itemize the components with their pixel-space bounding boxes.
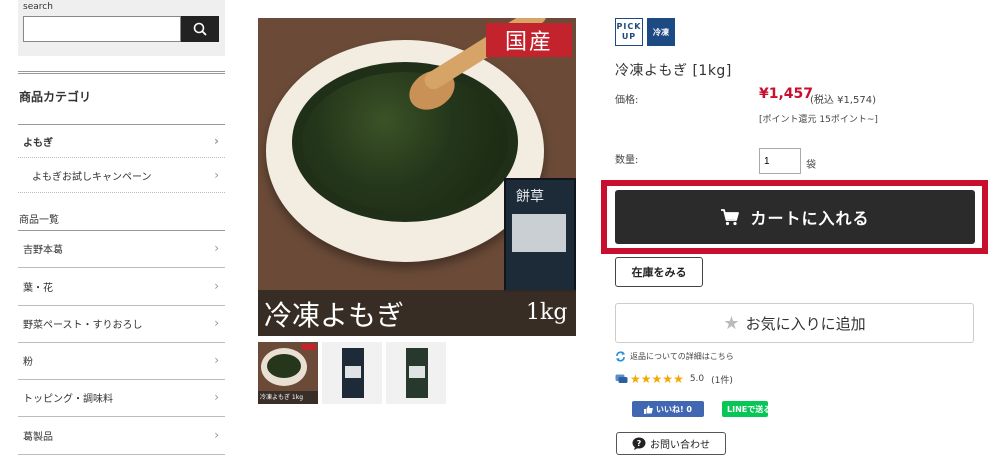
price-value: ¥1,457: [759, 86, 814, 102]
divider: [18, 267, 225, 268]
thumb-package-label: [409, 366, 425, 378]
domestic-badge: 国産: [486, 23, 572, 57]
favorites-label: お気に入りに追加: [745, 314, 866, 333]
sidebar-item-yoshino-kuzu[interactable]: 吉野本葛 ›: [18, 232, 225, 264]
divider: [18, 192, 225, 194]
search-button[interactable]: [181, 16, 219, 42]
thumb-paste: [267, 354, 301, 378]
divider: [18, 305, 225, 306]
image-caption-name: 冷凍よもぎ: [264, 299, 405, 332]
chevron-right-icon: ›: [214, 428, 219, 442]
quantity-input[interactable]: [759, 148, 801, 174]
return-policy-text: 返品についての詳細はこちら: [630, 352, 734, 361]
sidebar-item-powder[interactable]: 粉 ›: [18, 344, 225, 376]
search-input[interactable]: [23, 16, 181, 42]
quantity-unit: 袋: [806, 160, 816, 171]
rating-star-icon: ★: [640, 372, 652, 386]
package-graphic: 餅草: [504, 178, 576, 292]
add-to-cart-button[interactable]: カートに入れる: [615, 190, 975, 244]
question-bubble-icon: ?: [632, 437, 646, 450]
sidebar-item-toppings[interactable]: トッピング・調味料 ›: [18, 381, 225, 413]
chevron-right-icon: ›: [214, 353, 219, 367]
sidebar-item-label: 葛製品: [23, 431, 53, 443]
divider: [18, 342, 225, 343]
sidebar-item-vegetable-paste[interactable]: 野菜ペースト・すりおろし ›: [18, 307, 225, 339]
package-label: [512, 214, 566, 252]
pickup-badge-line1: PICK: [616, 22, 642, 31]
sidebar-item-leaves-flowers[interactable]: 葉・花 ›: [18, 270, 225, 302]
chevron-right-icon: ›: [214, 316, 219, 330]
thumbnail-3[interactable]: [386, 342, 446, 404]
sidebar-item-kuzu-products[interactable]: 葛製品 ›: [18, 419, 225, 451]
rating-stars: ★★★★★: [630, 372, 684, 386]
chevron-right-icon: ›: [214, 279, 219, 293]
sidebar-item-label: 葉・花: [23, 282, 53, 294]
product-list-title: 商品一覧: [19, 215, 59, 226]
review-count: (1件): [711, 375, 733, 386]
facebook-like-button[interactable]: いいね! 0: [632, 401, 704, 417]
thumbnail-2[interactable]: [322, 342, 382, 404]
thumb-badge: [302, 344, 316, 350]
line-share-label: LINEで送る: [727, 404, 768, 414]
review-summary[interactable]: ★★★★★ 5.0 (1件): [615, 372, 733, 386]
add-to-favorites-button[interactable]: ★ お気に入りに追加: [615, 303, 974, 343]
sidebar-item-yomogi[interactable]: よもぎ ›: [18, 125, 225, 157]
price-label: 価格:: [615, 95, 639, 106]
sidebar-item-label: よもぎ: [23, 137, 53, 149]
product-title: 冷凍よもぎ [1kg]: [615, 63, 732, 79]
divider: [18, 230, 225, 231]
comment-icon: [615, 374, 628, 383]
quantity-label: 数量:: [615, 155, 639, 166]
rating-star-icon: ★: [662, 372, 674, 386]
thumb-package-label: [345, 366, 361, 378]
contact-label: お問い合わせ: [650, 440, 710, 451]
sidebar-item-yomogi-trial[interactable]: よもぎお試しキャンペーン ›: [18, 159, 225, 191]
thumb-package: [342, 348, 364, 398]
product-main-image[interactable]: 餅草 国産 冷凍よもぎ 1kg: [258, 18, 576, 336]
sidebar-divider: [18, 71, 225, 74]
rating-star-icon: ★: [651, 372, 663, 386]
facebook-like-label: いいね! 0: [656, 404, 692, 414]
line-share-button[interactable]: LINEで送る: [722, 401, 768, 417]
check-stock-button[interactable]: 在庫をみる: [615, 257, 703, 287]
search-box: search: [18, 0, 225, 56]
image-caption-size: 1kg: [526, 300, 568, 325]
thumb-caption: 冷凍よもぎ 1kg: [258, 391, 318, 404]
sidebar-item-label: 吉野本葛: [23, 244, 63, 256]
thumb-package-back: [406, 348, 428, 398]
rating-value: 5.0: [689, 374, 705, 384]
chevron-right-icon: ›: [214, 241, 219, 255]
chevron-right-icon: ›: [214, 134, 219, 148]
sidebar-item-label: よもぎお試しキャンペーン: [32, 171, 152, 183]
price-tax-included: (税込 ¥1,574): [810, 95, 876, 106]
refresh-icon: [616, 351, 625, 362]
points-info: [ポイント還元 15ポイント~]: [759, 115, 878, 125]
svg-text:?: ?: [637, 439, 642, 448]
add-to-cart-label: カートに入れる: [750, 209, 870, 228]
search-label: search: [23, 2, 53, 12]
divider: [18, 454, 225, 455]
contact-button[interactable]: ? お問い合わせ: [616, 432, 726, 455]
package-title: 餅草: [516, 189, 544, 205]
thumbs-up-icon: [644, 405, 653, 414]
star-icon: ★: [723, 312, 740, 334]
category-title: 商品カテゴリ: [19, 90, 92, 104]
search-icon: [193, 22, 207, 36]
sidebar-item-label: 粉: [23, 356, 33, 368]
divider: [18, 416, 225, 417]
yomogi-paste-graphic: [302, 72, 508, 212]
divider: [18, 379, 225, 380]
pickup-badge: PICK UP: [615, 18, 643, 46]
pickup-badge-line2: UP: [621, 32, 637, 41]
cart-icon: [721, 209, 740, 226]
return-policy-link[interactable]: 返品についての詳細はこちら: [615, 351, 734, 362]
rating-star-icon: ★: [673, 372, 684, 386]
thumbnail-1[interactable]: 冷凍よもぎ 1kg: [258, 342, 318, 404]
rating-star-icon: ★: [630, 372, 641, 386]
chevron-right-icon: ›: [214, 390, 219, 404]
sidebar-item-label: 野菜ペースト・すりおろし: [23, 319, 143, 331]
chevron-right-icon: ›: [214, 168, 219, 182]
sidebar-item-label: トッピング・調味料: [23, 393, 113, 405]
frozen-badge: 冷凍: [647, 18, 675, 46]
